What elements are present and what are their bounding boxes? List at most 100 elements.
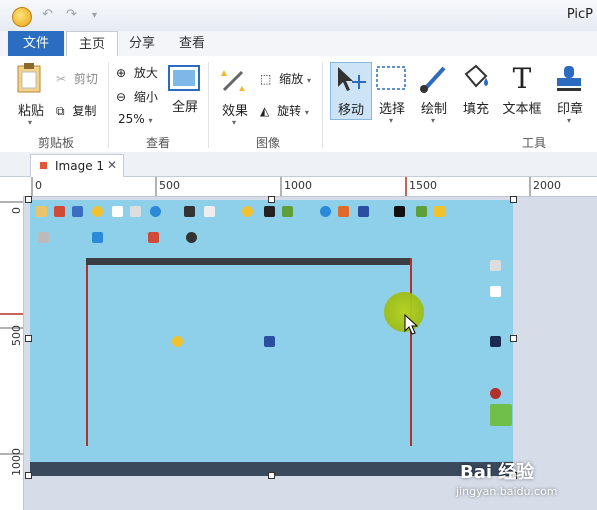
- desktop-icon: [54, 206, 65, 217]
- mouse-cursor-icon: [404, 314, 419, 335]
- rotate-icon: ◭: [260, 104, 270, 118]
- zoom-out-label: 缩小: [133, 90, 158, 104]
- desktop-icon: [434, 206, 445, 217]
- zoom-in-icon: ⊕: [116, 66, 127, 80]
- stamp-tool-button[interactable]: 印章 ▾: [552, 64, 588, 130]
- desktop-icon: [282, 206, 293, 217]
- copy-button[interactable]: ⧉ 复制: [56, 102, 96, 119]
- draw-label: 绘制: [420, 102, 447, 117]
- desktop-icon: [150, 206, 161, 217]
- fullscreen-label: 全屏: [171, 100, 198, 115]
- desktop-icon: [92, 232, 103, 243]
- desktop-icon: [130, 206, 141, 217]
- tab-file[interactable]: 文件: [8, 31, 64, 56]
- watermark-brand: Bai 经验: [460, 462, 535, 483]
- effects-dropdown-icon: ▾: [232, 118, 237, 127]
- document-tab-label: Image 1: [55, 159, 105, 173]
- ribbon: 粘贴 ▾ ✂ 剪切 ⧉ 复制 剪贴板 ⊕ 放大 ⊖ 缩小 25% ▾ 全屏 查看: [0, 56, 597, 153]
- desktop-icon: [338, 206, 349, 217]
- desktop-icon: [112, 206, 123, 217]
- draw-dropdown-icon: ▾: [431, 116, 436, 125]
- title-bar: ↶ ↷ ▾ PicP: [0, 0, 597, 32]
- ribbon-tabs: 文件 主页 分享 查看: [0, 31, 597, 58]
- zoom-out-icon: ⊖: [116, 90, 127, 104]
- image-icon: [40, 162, 47, 169]
- divider: [108, 62, 109, 148]
- desktop-icon: [36, 206, 47, 217]
- document-tab-bar: Image 1 ✕: [0, 152, 597, 177]
- textbox-tool-button[interactable]: T 文本框: [502, 64, 542, 130]
- desktop-icon: [92, 206, 103, 217]
- desktop-icon: [490, 336, 501, 347]
- effects-button[interactable]: 效果 ▾: [218, 64, 252, 130]
- desktop-icon: [358, 206, 369, 217]
- zoom-in-label: 放大: [133, 66, 158, 80]
- desktop-icon: [38, 232, 49, 243]
- zoom-out-button[interactable]: ⊖ 缩小: [116, 88, 158, 105]
- paste-dropdown-icon: ▾: [28, 118, 33, 127]
- resize-label: 缩放: [279, 72, 304, 86]
- resize-handle[interactable]: [25, 472, 32, 479]
- resize-handle[interactable]: [268, 472, 275, 479]
- view-group-label: 查看: [146, 136, 171, 150]
- fullscreen-button[interactable]: 全屏: [168, 64, 202, 128]
- textbox-label: 文本框: [502, 102, 542, 117]
- desktop-icon: [320, 206, 331, 217]
- resize-handle[interactable]: [25, 335, 32, 342]
- chevron-down-icon: ▾: [307, 76, 312, 85]
- resize-handle[interactable]: [510, 335, 517, 342]
- tab-view[interactable]: 查看: [168, 31, 216, 56]
- image-canvas[interactable]: [30, 200, 513, 476]
- window-title: PicP: [566, 7, 593, 22]
- watermark-url: jingyan.baidu.com: [456, 485, 558, 498]
- brush-icon: [420, 66, 446, 93]
- ruler-mark: 2000: [533, 179, 561, 192]
- desktop-icon: [490, 286, 501, 297]
- select-tool-button[interactable]: 选择 ▾: [374, 64, 410, 130]
- move-icon: [338, 67, 366, 91]
- captured-window: [86, 258, 412, 446]
- tab-share[interactable]: 分享: [118, 31, 166, 56]
- fullscreen-icon: [168, 65, 200, 91]
- resize-button[interactable]: ⬚ 缩放 ▾: [260, 70, 311, 87]
- dropdown-icon[interactable]: ▾: [92, 10, 97, 21]
- chevron-down-icon: ▾: [304, 108, 309, 117]
- divider: [322, 62, 323, 148]
- resize-handle[interactable]: [510, 196, 517, 203]
- move-label: 移动: [337, 103, 364, 118]
- select-label: 选择: [378, 102, 405, 117]
- close-icon[interactable]: ✕: [107, 158, 117, 172]
- rotate-label: 旋转: [277, 104, 302, 118]
- paste-label: 粘贴: [17, 104, 44, 119]
- desktop-icon: [186, 232, 197, 243]
- horizontal-ruler: 0 500 1000 1500 2000: [0, 177, 597, 197]
- desktop-icon: [490, 404, 512, 426]
- paint-bucket-icon: [464, 64, 488, 88]
- tab-home[interactable]: 主页: [66, 31, 118, 58]
- ruler-mark: 0: [35, 179, 42, 192]
- document-tab[interactable]: Image 1 ✕: [30, 154, 124, 177]
- move-tool-button[interactable]: 移动: [330, 62, 372, 120]
- undo-icon[interactable]: ↶: [42, 7, 53, 22]
- resize-handle[interactable]: [25, 196, 32, 203]
- resize-handle[interactable]: [268, 196, 275, 203]
- desktop-icon: [394, 206, 405, 217]
- draw-tool-button[interactable]: 绘制 ▾: [416, 64, 452, 130]
- paste-button[interactable]: 粘贴 ▾: [14, 62, 48, 132]
- divider: [208, 62, 209, 148]
- cut-button[interactable]: ✂ 剪切: [56, 70, 98, 87]
- redo-icon[interactable]: ↷: [66, 7, 77, 22]
- tools-group-label: 工具: [522, 136, 547, 150]
- zoom-level-select[interactable]: 25% ▾: [118, 112, 153, 126]
- zoom-level-value: 25%: [118, 112, 145, 126]
- ruler-mark: 0: [10, 207, 23, 214]
- fill-tool-button[interactable]: 填充: [458, 64, 494, 130]
- scissors-icon: ✂: [56, 72, 67, 86]
- ruler-mark: 1500: [409, 179, 437, 192]
- zoom-in-button[interactable]: ⊕ 放大: [116, 64, 158, 81]
- desktop-icon: [416, 206, 427, 217]
- text-icon: T: [512, 62, 532, 95]
- vertical-ruler: 0 500 1000: [0, 196, 24, 510]
- rotate-button[interactable]: ◭ 旋转 ▾: [260, 102, 309, 119]
- paste-icon: [17, 63, 41, 93]
